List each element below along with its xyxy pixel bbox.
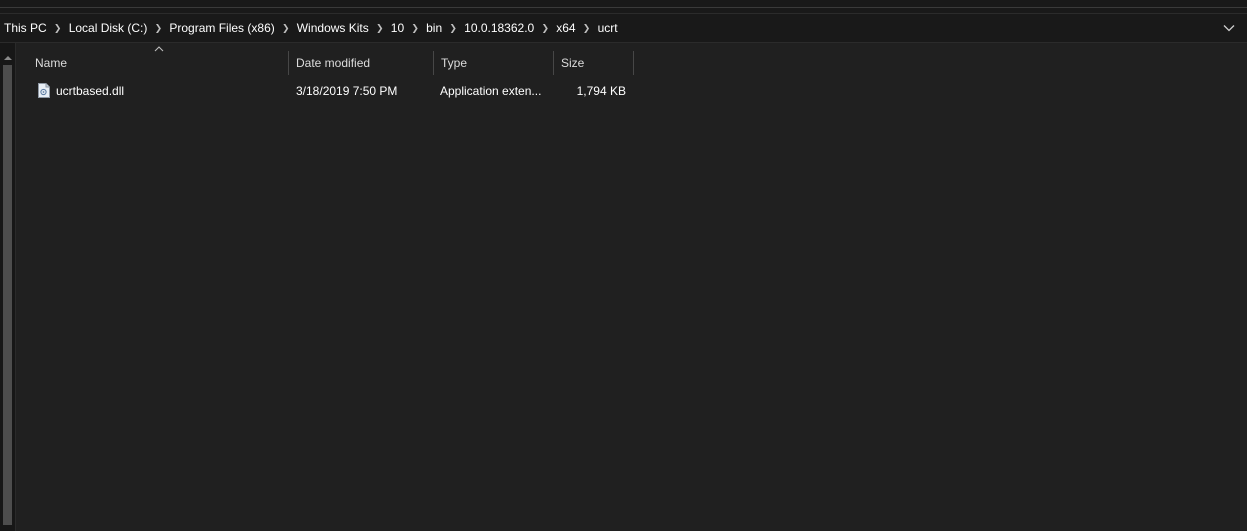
column-header-name-label: Name xyxy=(35,56,68,70)
chevron-right-icon[interactable]: ❯ xyxy=(47,23,69,34)
scrollbar-thumb[interactable] xyxy=(3,65,12,525)
address-bar[interactable]: This PC ❯ Local Disk (C:) ❯ Program File… xyxy=(0,13,1247,43)
dll-file-icon xyxy=(38,83,50,98)
chevron-down-icon xyxy=(1223,25,1235,32)
breadcrumb-this-pc[interactable]: This PC xyxy=(4,21,47,35)
column-header-name[interactable]: Name xyxy=(28,51,288,75)
column-header-type[interactable]: Type xyxy=(434,51,553,75)
breadcrumb-x64[interactable]: x64 xyxy=(556,21,575,35)
breadcrumb-program-files[interactable]: Program Files (x86) xyxy=(169,21,274,35)
breadcrumb-10[interactable]: 10 xyxy=(391,21,404,35)
top-divider xyxy=(0,7,1247,8)
chevron-right-icon[interactable]: ❯ xyxy=(404,23,426,34)
chevron-right-icon[interactable]: ❯ xyxy=(576,23,598,34)
file-type: Application exten... xyxy=(440,84,542,98)
chevron-right-icon[interactable]: ❯ xyxy=(534,23,556,34)
chevron-right-icon[interactable]: ❯ xyxy=(369,23,391,34)
chevron-right-icon[interactable]: ❯ xyxy=(275,23,297,34)
file-list-pane[interactable]: Name Date modified Type Size ucrtbased.d… xyxy=(0,43,1247,531)
column-header-size[interactable]: Size xyxy=(554,51,633,75)
chevron-right-icon[interactable]: ❯ xyxy=(442,23,464,34)
breadcrumb-sdk-version[interactable]: 10.0.18362.0 xyxy=(464,21,534,35)
chevron-right-icon[interactable]: ❯ xyxy=(147,23,169,34)
address-history-dropdown[interactable] xyxy=(1221,20,1237,36)
column-header-type-label: Type xyxy=(441,56,468,70)
breadcrumb-windows-kits[interactable]: Windows Kits xyxy=(297,21,369,35)
column-header-date-modified[interactable]: Date modified xyxy=(289,51,433,75)
file-name[interactable]: ucrtbased.dll xyxy=(56,80,281,102)
scroll-up-arrow-icon[interactable] xyxy=(3,53,13,63)
breadcrumb-bin[interactable]: bin xyxy=(426,21,442,35)
column-header-size-label: Size xyxy=(561,56,585,70)
column-header-date-modified-label: Date modified xyxy=(296,56,371,70)
vertical-scrollbar[interactable] xyxy=(0,43,16,531)
breadcrumb: This PC ❯ Local Disk (C:) ❯ Program File… xyxy=(4,14,618,42)
breadcrumb-local-disk[interactable]: Local Disk (C:) xyxy=(69,21,148,35)
file-date-modified: 3/18/2019 7:50 PM xyxy=(296,84,398,98)
breadcrumb-ucrt[interactable]: ucrt xyxy=(598,21,618,35)
column-divider[interactable] xyxy=(633,51,634,75)
window-top-strip xyxy=(0,0,1247,13)
file-size: 1,794 KB xyxy=(576,84,626,98)
